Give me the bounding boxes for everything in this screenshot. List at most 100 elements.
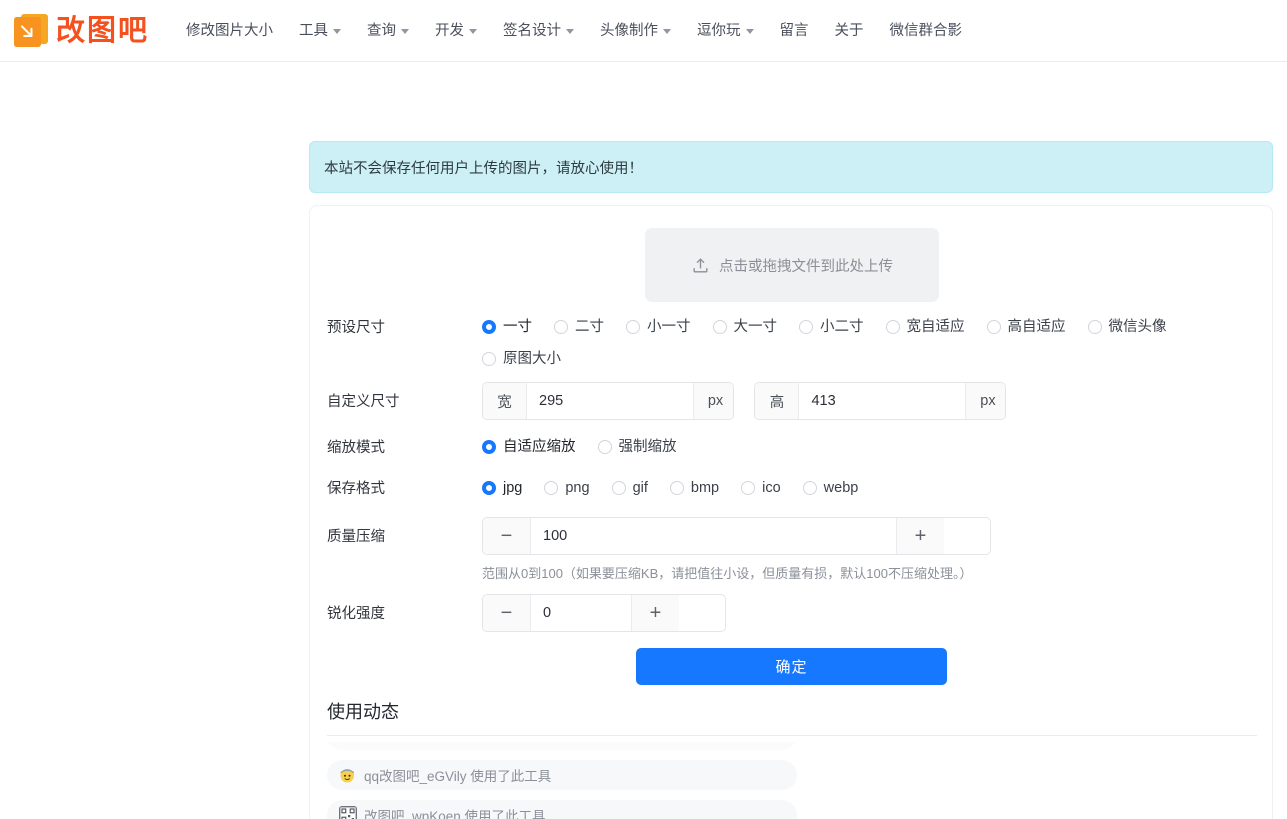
nav-item-develop[interactable]: 开发 (422, 11, 490, 51)
radio-dot-icon (626, 320, 640, 334)
sharpen-decrease-button[interactable]: − (483, 595, 531, 631)
radio-dot-icon (482, 440, 496, 454)
format-radio-webp[interactable]: webp (803, 477, 859, 499)
height-input-group[interactable]: 高 px (754, 382, 1006, 420)
usage-feed-list: qq改图吧_eGVily 使用了此工具 改图吧_wpKoen 使用了此工具 (327, 742, 797, 819)
radio-label: 小一寸 (647, 316, 691, 338)
quality-label: 质量压缩 (327, 521, 477, 553)
page-body: 本站不会保存任何用户上传的图片，请放心使用！ 点击或拖拽文件到此处上传 预设尺寸… (0, 62, 1287, 819)
radio-label: 高自适应 (1008, 316, 1066, 338)
height-unit-label: px (965, 383, 1006, 419)
nav-item-tools[interactable]: 工具 (286, 11, 354, 51)
nav-item-query[interactable]: 查询 (354, 11, 422, 51)
preset-size-radio-group: 一寸 二寸 小一寸 大一寸 小二寸 (482, 316, 1262, 370)
nav-item-message[interactable]: 留言 (767, 11, 822, 51)
privacy-alert: 本站不会保存任何用户上传的图片，请放心使用！ (309, 141, 1273, 193)
custom-size-fields: 宽 px 高 px (482, 382, 1006, 420)
format-radio-gif[interactable]: gif (612, 477, 648, 499)
upload-label: 点击或拖拽文件到此处上传 (719, 255, 893, 276)
radio-dot-icon (482, 352, 496, 366)
qr-avatar-icon (339, 806, 357, 819)
radio-label: webp (824, 477, 859, 499)
list-item[interactable] (327, 742, 797, 750)
preset-radio-width-adaptive[interactable]: 宽自适应 (886, 316, 965, 338)
nav-item-signature-design[interactable]: 签名设计 (490, 11, 587, 51)
quality-field: − + 范围从0到100（如果要压缩KB，请把值往小设，但质量有损，默认100不… (482, 517, 991, 582)
preset-radio-dayicun[interactable]: 大一寸 (713, 316, 778, 338)
radio-dot-icon (803, 481, 817, 495)
nav-item-about[interactable]: 关于 (822, 11, 877, 51)
radio-label: ico (762, 477, 781, 499)
chevron-down-icon (333, 29, 341, 34)
scale-mode-radio-force[interactable]: 强制缩放 (598, 436, 677, 458)
quality-input[interactable] (531, 518, 896, 554)
radio-label: 原图大小 (503, 348, 561, 370)
radio-dot-icon (612, 481, 626, 495)
sharpen-field: − + (482, 594, 726, 632)
list-item-label: 改图吧_wpKoen 使用了此工具 (364, 805, 546, 819)
custom-size-label: 自定义尺寸 (327, 386, 477, 418)
chevron-down-icon (469, 29, 477, 34)
usage-feed-title: 使用动态 (327, 698, 399, 724)
list-item[interactable]: qq改图吧_eGVily 使用了此工具 (327, 760, 797, 790)
sharpen-label: 锐化强度 (327, 598, 477, 630)
radio-label: png (565, 477, 589, 499)
format-radio-png[interactable]: png (544, 477, 589, 499)
nav-item-label: 头像制作 (600, 11, 658, 51)
radio-label: 微信头像 (1109, 316, 1167, 338)
preset-size-label: 预设尺寸 (327, 312, 477, 344)
width-unit-label: px (693, 383, 734, 419)
list-item-label: qq改图吧_eGVily 使用了此工具 (364, 765, 551, 785)
preset-radio-wechat-avatar[interactable]: 微信头像 (1088, 316, 1167, 338)
nav-item-resize[interactable]: 修改图片大小 (173, 11, 286, 51)
nav-item-wechat-group-photo[interactable]: 微信群合影 (877, 11, 976, 51)
preset-radio-xiaoercun[interactable]: 小二寸 (799, 316, 864, 338)
radio-label: gif (633, 477, 648, 499)
nav-item-label: 关于 (835, 11, 864, 51)
scale-mode-radio-adaptive[interactable]: 自适应缩放 (482, 436, 576, 458)
quality-decrease-button[interactable]: − (483, 518, 531, 554)
site-logo[interactable]: 改图吧 (14, 14, 149, 48)
sharpen-stepper[interactable]: − + (482, 594, 726, 632)
format-radio-jpg[interactable]: jpg (482, 477, 522, 499)
preset-radio-ercun[interactable]: 二寸 (554, 316, 604, 338)
format-radio-ico[interactable]: ico (741, 477, 781, 499)
height-input[interactable] (799, 383, 965, 419)
radio-dot-icon (799, 320, 813, 334)
radio-label: 一寸 (503, 316, 532, 338)
preset-radio-yicun[interactable]: 一寸 (482, 316, 532, 338)
format-radio-bmp[interactable]: bmp (670, 477, 719, 499)
preset-radio-xiaoyicun[interactable]: 小一寸 (626, 316, 691, 338)
sharpen-increase-button[interactable]: + (631, 595, 679, 631)
radio-label: 自适应缩放 (503, 436, 576, 458)
radio-dot-icon (670, 481, 684, 495)
chevron-down-icon (401, 29, 409, 34)
radio-dot-icon (482, 320, 496, 334)
quality-hint: 范围从0到100（如果要压缩KB，请把值往小设，但质量有损，默认100不压缩处理… (482, 563, 991, 582)
width-input-group[interactable]: 宽 px (482, 382, 734, 420)
radio-label: 宽自适应 (907, 316, 965, 338)
radio-dot-icon (886, 320, 900, 334)
nav-item-label: 工具 (299, 11, 328, 51)
list-item[interactable]: 改图吧_wpKoen 使用了此工具 (327, 800, 797, 819)
upload-icon (691, 256, 710, 275)
nav-item-label: 修改图片大小 (186, 11, 273, 51)
preset-radio-original-size[interactable]: 原图大小 (482, 348, 1262, 370)
submit-button[interactable]: 确定 (636, 648, 947, 685)
quality-increase-button[interactable]: + (896, 518, 944, 554)
save-format-label: 保存格式 (327, 473, 477, 505)
radio-label: jpg (503, 477, 522, 499)
nav-item-label: 开发 (435, 11, 464, 51)
radio-dot-icon (544, 481, 558, 495)
upload-dropzone[interactable]: 点击或拖拽文件到此处上传 (645, 228, 939, 302)
yellow-face-avatar-icon (339, 766, 357, 784)
scale-mode-label: 缩放模式 (327, 432, 477, 464)
preset-radio-height-adaptive[interactable]: 高自适应 (987, 316, 1066, 338)
chevron-down-icon (746, 29, 754, 34)
sharpen-input[interactable] (531, 595, 631, 631)
width-input[interactable] (527, 383, 693, 419)
quality-stepper[interactable]: − + (482, 517, 991, 555)
nav-item-avatar-maker[interactable]: 头像制作 (587, 11, 684, 51)
nav-item-label: 留言 (780, 11, 809, 51)
nav-item-fun[interactable]: 逗你玩 (684, 11, 767, 51)
